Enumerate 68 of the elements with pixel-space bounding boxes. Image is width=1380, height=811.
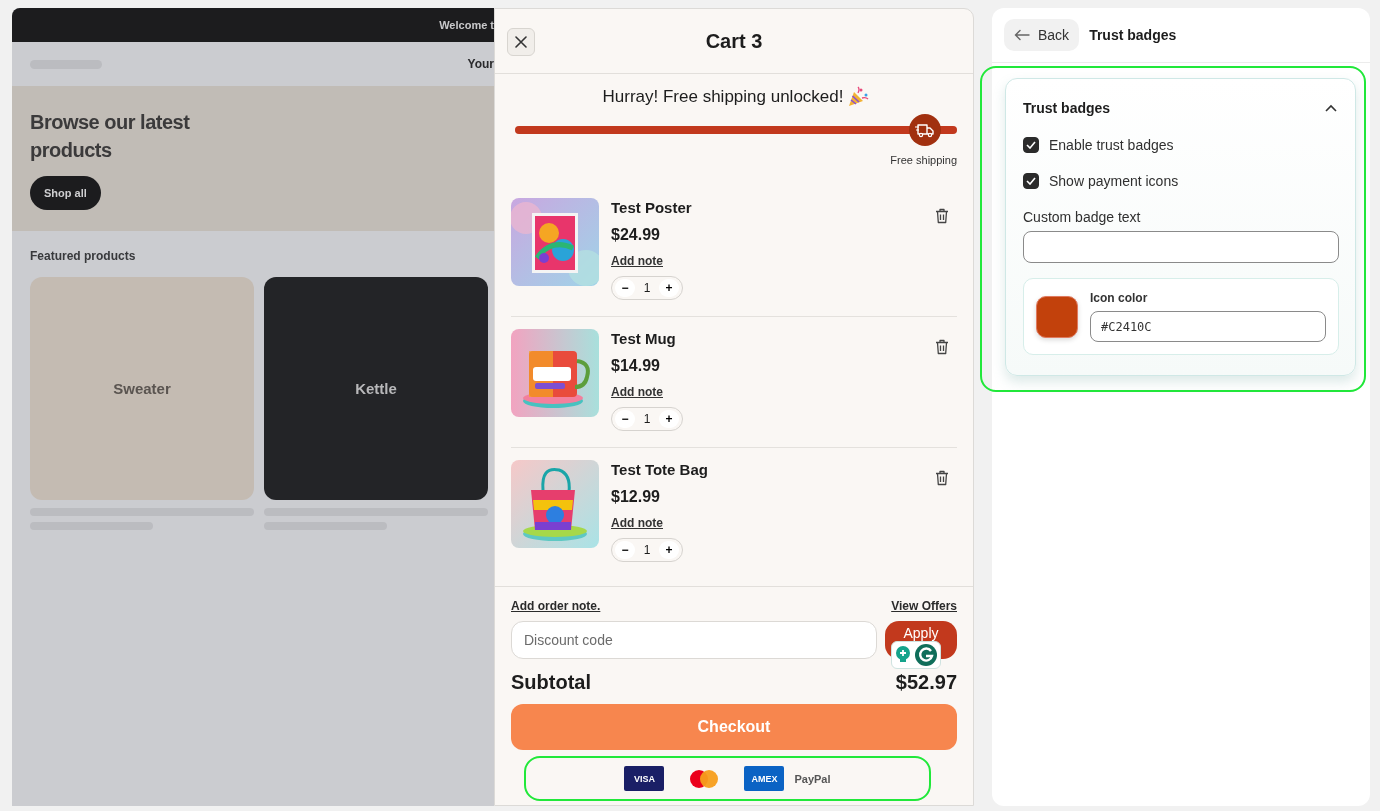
extension-widget[interactable]: [891, 641, 941, 669]
section-title: Trust badges: [1023, 100, 1111, 116]
checkbox[interactable]: [1023, 137, 1039, 153]
increase-button[interactable]: +: [659, 541, 679, 559]
product-card[interactable]: Sweater: [30, 277, 254, 500]
color-value-field[interactable]: #C2410C: [1090, 311, 1326, 342]
delete-button[interactable]: [935, 208, 949, 224]
chevron-icon: [1325, 104, 1337, 112]
decrease-button[interactable]: −: [615, 410, 635, 428]
decrease-button[interactable]: −: [615, 279, 635, 297]
product-price: $12.99: [611, 488, 660, 506]
checkbox[interactable]: [1023, 173, 1039, 189]
party-popper-icon: [847, 86, 870, 108]
close-icon: [515, 36, 527, 48]
product-price: $14.99: [611, 357, 660, 375]
product-name: Kettle: [355, 380, 397, 397]
arrow-left-icon: [1014, 29, 1030, 41]
field-label: Custom badge text: [1023, 209, 1142, 225]
panel-title: Trust badges: [1089, 27, 1177, 43]
section-heading: Featured products: [30, 249, 137, 263]
checkmark-icon: [1026, 141, 1036, 149]
product-price: $24.99: [611, 226, 660, 244]
quantity-value: 1: [642, 543, 652, 557]
back-button[interactable]: Back: [1004, 19, 1080, 51]
product-name: Test Tote Bag: [611, 461, 708, 478]
quantity-value: 1: [642, 281, 652, 295]
increase-button[interactable]: +: [659, 410, 679, 428]
subtotal-amount: $52.97: [895, 671, 957, 694]
order-note-link[interactable]: Add order note.: [511, 599, 601, 613]
payment-badge: VISA: [624, 766, 665, 791]
discount-field[interactable]: Discount code: [511, 621, 877, 659]
payment-badge: AMEX: [744, 766, 785, 791]
cart-title: Cart 3: [705, 29, 763, 53]
header-text: Your: [467, 57, 494, 71]
subtotal-label: Subtotal: [511, 671, 591, 694]
circle-logo-icon: [915, 644, 937, 666]
add-note-link[interactable]: Add note: [611, 516, 663, 530]
shipping-message: Hurray! Free shipping unlocked!: [602, 87, 844, 107]
color-swatch[interactable]: [1036, 295, 1078, 338]
announcement-text: Welcome t: [439, 19, 494, 31]
checkbox-label: Enable trust badges: [1049, 137, 1174, 153]
product-name: Sweater: [113, 380, 171, 397]
checkbox-label: Show payment icons: [1049, 173, 1179, 189]
delete-button[interactable]: [935, 339, 949, 355]
trash-icon: [935, 208, 949, 224]
decrease-button[interactable]: −: [615, 541, 635, 559]
shop-all-button[interactable]: Shop all: [30, 176, 101, 210]
product-name: Test Mug: [611, 330, 676, 347]
collapse-button[interactable]: [1323, 102, 1339, 114]
trash-icon: [935, 470, 949, 486]
quantity-value: 1: [642, 412, 652, 426]
checkmark-icon: [1026, 177, 1036, 185]
truck-icon: [909, 114, 941, 146]
text-field[interactable]: [1023, 231, 1339, 263]
view-offers-link[interactable]: View Offers: [891, 599, 957, 613]
trash-icon: [935, 339, 949, 355]
increase-button[interactable]: +: [659, 279, 679, 297]
add-note-link[interactable]: Add note: [611, 254, 663, 268]
delete-button[interactable]: [935, 470, 949, 486]
close-button[interactable]: [507, 28, 535, 56]
product-name: Test Poster: [611, 199, 692, 216]
hero-heading: Browse our latest products: [30, 110, 191, 163]
field-label: Icon color: [1090, 291, 1149, 305]
lightbulb-icon: [895, 646, 911, 664]
product-card[interactable]: Kettle: [264, 277, 488, 500]
progress-label: Free shipping: [889, 154, 957, 166]
add-note-link[interactable]: Add note: [611, 385, 663, 399]
payment-label: PayPal: [794, 772, 831, 785]
